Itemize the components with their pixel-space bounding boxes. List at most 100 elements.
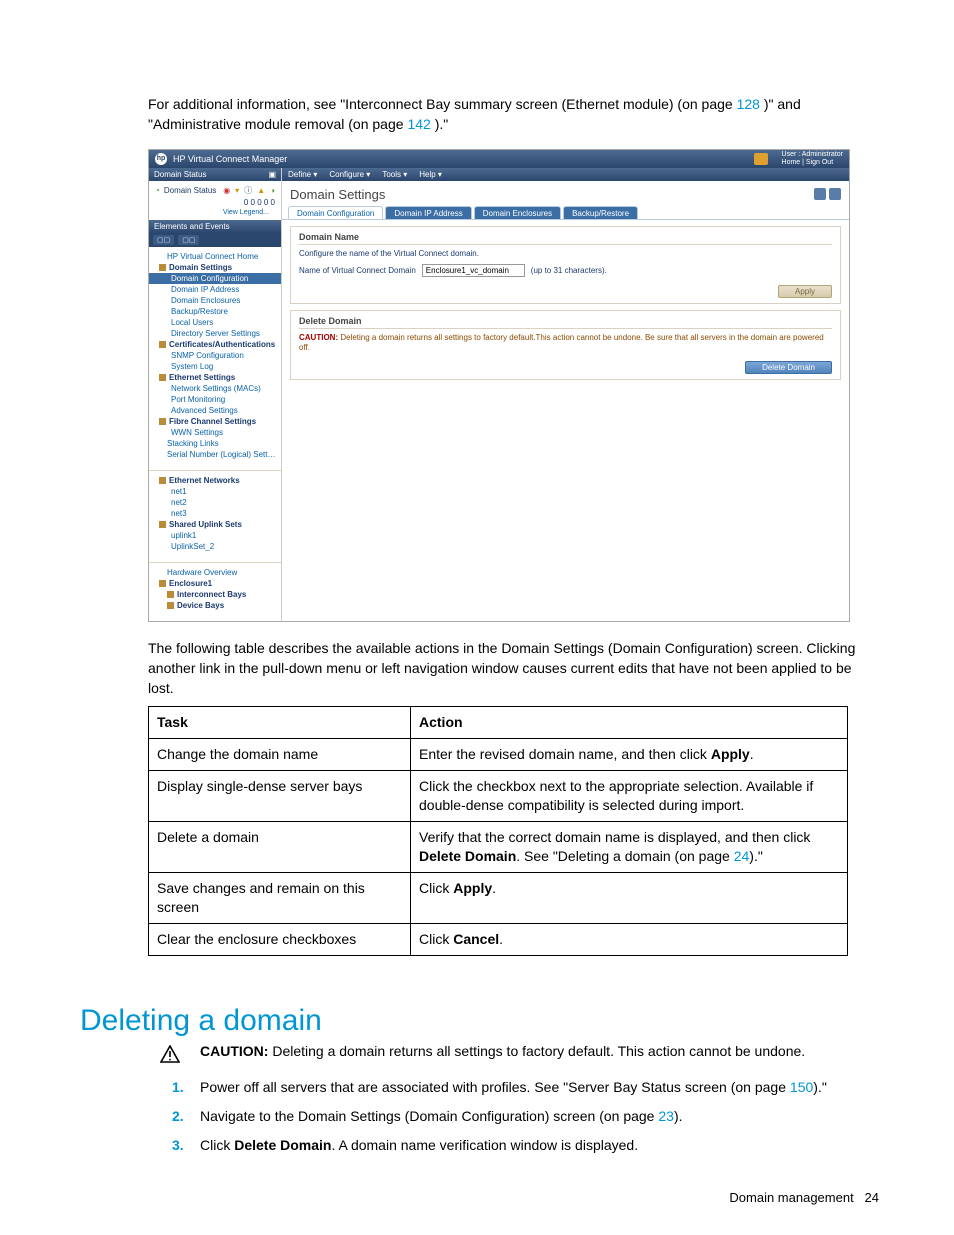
panel-header: Elements and Events <box>149 220 281 233</box>
folder-icon <box>159 264 166 271</box>
nav-item[interactable]: Domain Enclosures <box>149 295 281 306</box>
nav-item[interactable]: Ethernet Networks <box>149 475 281 486</box>
folder-icon <box>167 602 174 609</box>
nav-item[interactable]: Hardware Overview <box>149 567 281 578</box>
field-label: Name of Virtual Connect Domain <box>299 266 416 275</box>
nav-item[interactable]: Serial Number (Logical) Settings <box>149 449 281 460</box>
page-ref-link[interactable]: 150 <box>790 1079 813 1095</box>
menu-item[interactable]: Help ▾ <box>419 170 442 179</box>
menu-item[interactable]: Tools ▾ <box>382 170 407 179</box>
tab-icon[interactable]: ▢▢ <box>178 235 199 245</box>
nav-tree: HP Virtual Connect HomeDomain SettingsDo… <box>149 247 281 470</box>
tab-domain-ip[interactable]: Domain IP Address <box>385 206 471 219</box>
steps-list: Power off all servers that are associate… <box>80 1077 879 1156</box>
nav-item[interactable]: Shared Uplink Sets <box>149 519 281 530</box>
caution-block: CAUTION: Deleting a domain returns all s… <box>80 1042 879 1063</box>
nav-item[interactable]: Fibre Channel Settings <box>149 416 281 427</box>
actions-table: Task Action Change the domain nameEnter … <box>148 706 848 955</box>
nav-item[interactable]: System Log <box>149 361 281 372</box>
view-legend-link[interactable]: View Legend... <box>155 209 275 216</box>
nav-item[interactable]: HP Virtual Connect Home <box>149 251 281 262</box>
nav-item[interactable]: Domain IP Address <box>149 284 281 295</box>
domain-status-label: Domain Status <box>164 186 216 195</box>
section-heading: Deleting a domain <box>80 1004 879 1038</box>
task-cell: Change the domain name <box>149 739 411 771</box>
nav-item[interactable]: Network Settings (MACs) <box>149 383 281 394</box>
tab-domain-config[interactable]: Domain Configuration <box>288 206 383 219</box>
step-item: Power off all servers that are associate… <box>172 1077 879 1098</box>
task-cell: Delete a domain <box>149 822 411 873</box>
user-info: User : Administrator Home | Sign Out <box>782 151 843 167</box>
folder-icon <box>159 477 166 484</box>
nav-item[interactable]: Domain Configuration <box>149 273 281 284</box>
nav-item[interactable]: Backup/Restore <box>149 306 281 317</box>
left-sidebar: Domain Status ▣ ◔ Domain Status ◉▾ⓘ▲◑ 0 … <box>149 168 282 621</box>
apply-button[interactable]: Apply <box>778 285 832 298</box>
nav-item[interactable]: UplinkSet_2 <box>149 541 281 552</box>
task-cell: Display single-dense server bays <box>149 771 411 822</box>
nav-item[interactable]: Device Bays <box>149 600 281 611</box>
nav-item[interactable]: SNMP Configuration <box>149 350 281 361</box>
page-ref-link[interactable]: 128 <box>737 96 760 112</box>
nav-item[interactable]: Enclosure1 <box>149 578 281 589</box>
inner-tabs: Domain Configuration Domain IP Address D… <box>282 206 849 220</box>
print-icon[interactable] <box>814 188 826 200</box>
tab-icon[interactable]: ▢▢ <box>153 235 174 245</box>
folder-icon <box>167 591 174 598</box>
left-mini-tabs: ▢▢ ▢▢ <box>149 233 281 247</box>
panel-header: Domain Status ▣ <box>149 168 281 181</box>
app-title: HP Virtual Connect Manager <box>173 154 287 164</box>
menu-item[interactable]: Configure ▾ <box>329 170 370 179</box>
section-title: Domain Name <box>299 232 832 245</box>
action-cell: Click Apply. <box>411 872 848 923</box>
nav-item[interactable]: WWN Settings <box>149 427 281 438</box>
table-row: Delete a domainVerify that the correct d… <box>149 822 848 873</box>
nav-item[interactable]: net1 <box>149 486 281 497</box>
nav-item[interactable]: Domain Settings <box>149 262 281 273</box>
page-ref-link[interactable]: 24 <box>734 848 750 864</box>
hp-logo-icon: hp <box>155 153 167 165</box>
col-action: Action <box>411 707 848 739</box>
home-icon[interactable] <box>754 153 768 165</box>
collapse-icon[interactable]: ▣ <box>268 170 276 179</box>
tab-backup-restore[interactable]: Backup/Restore <box>563 206 638 219</box>
nav-item[interactable]: Port Monitoring <box>149 394 281 405</box>
page-ref-link[interactable]: 142 <box>407 116 430 132</box>
status-counts: 0 0 0 0 0 <box>155 198 275 207</box>
intro-paragraph: For additional information, see "Interco… <box>80 94 879 135</box>
nav-item[interactable]: Advanced Settings <box>149 405 281 416</box>
caution-label: CAUTION: <box>200 1043 268 1059</box>
table-row: Change the domain nameEnter the revised … <box>149 739 848 771</box>
table-row: Display single-dense server baysClick th… <box>149 771 848 822</box>
task-cell: Save changes and remain on this screen <box>149 872 411 923</box>
status-icons: ◉▾ⓘ▲◑ <box>223 185 275 196</box>
menu-item[interactable]: Define ▾ <box>288 170 317 179</box>
nav-item[interactable]: net2 <box>149 497 281 508</box>
page-ref-link[interactable]: 23 <box>658 1108 674 1124</box>
nav-item[interactable]: net3 <box>149 508 281 519</box>
action-cell: Click Cancel. <box>411 923 848 955</box>
page-footer: Domain management 24 <box>729 1190 879 1205</box>
page-title-row: Domain Settings <box>282 181 849 206</box>
delete-domain-section: Delete Domain CAUTION: Deleting a domain… <box>290 310 841 380</box>
folder-icon <box>159 580 166 587</box>
caution-text: CAUTION: Deleting a domain returns all s… <box>299 333 832 353</box>
help-icon[interactable] <box>829 188 841 200</box>
signout-link[interactable]: Home | Sign Out <box>782 159 843 167</box>
delete-domain-button[interactable]: Delete Domain <box>745 361 832 374</box>
nav-item[interactable]: Stacking Links <box>149 438 281 449</box>
nav-item[interactable]: Ethernet Settings <box>149 372 281 383</box>
action-cell: Verify that the correct domain name is d… <box>411 822 848 873</box>
tab-domain-enclosures[interactable]: Domain Enclosures <box>474 206 561 219</box>
domain-name-section: Domain Name Configure the name of the Vi… <box>290 226 841 304</box>
folder-icon <box>159 521 166 528</box>
domain-name-input[interactable] <box>422 264 525 277</box>
nav-item[interactable]: Local Users <box>149 317 281 328</box>
nav-item[interactable]: Directory Server Settings <box>149 328 281 339</box>
page-title: Domain Settings <box>290 187 385 202</box>
nav-item[interactable]: uplink1 <box>149 530 281 541</box>
nav-item[interactable]: Interconnect Bays <box>149 589 281 600</box>
vc-manager-screenshot: hp HP Virtual Connect Manager User : Adm… <box>148 149 850 622</box>
nav-item[interactable]: Certificates/Authentications <box>149 339 281 350</box>
nav-tree: Hardware OverviewEnclosure1Interconnect … <box>149 563 281 621</box>
